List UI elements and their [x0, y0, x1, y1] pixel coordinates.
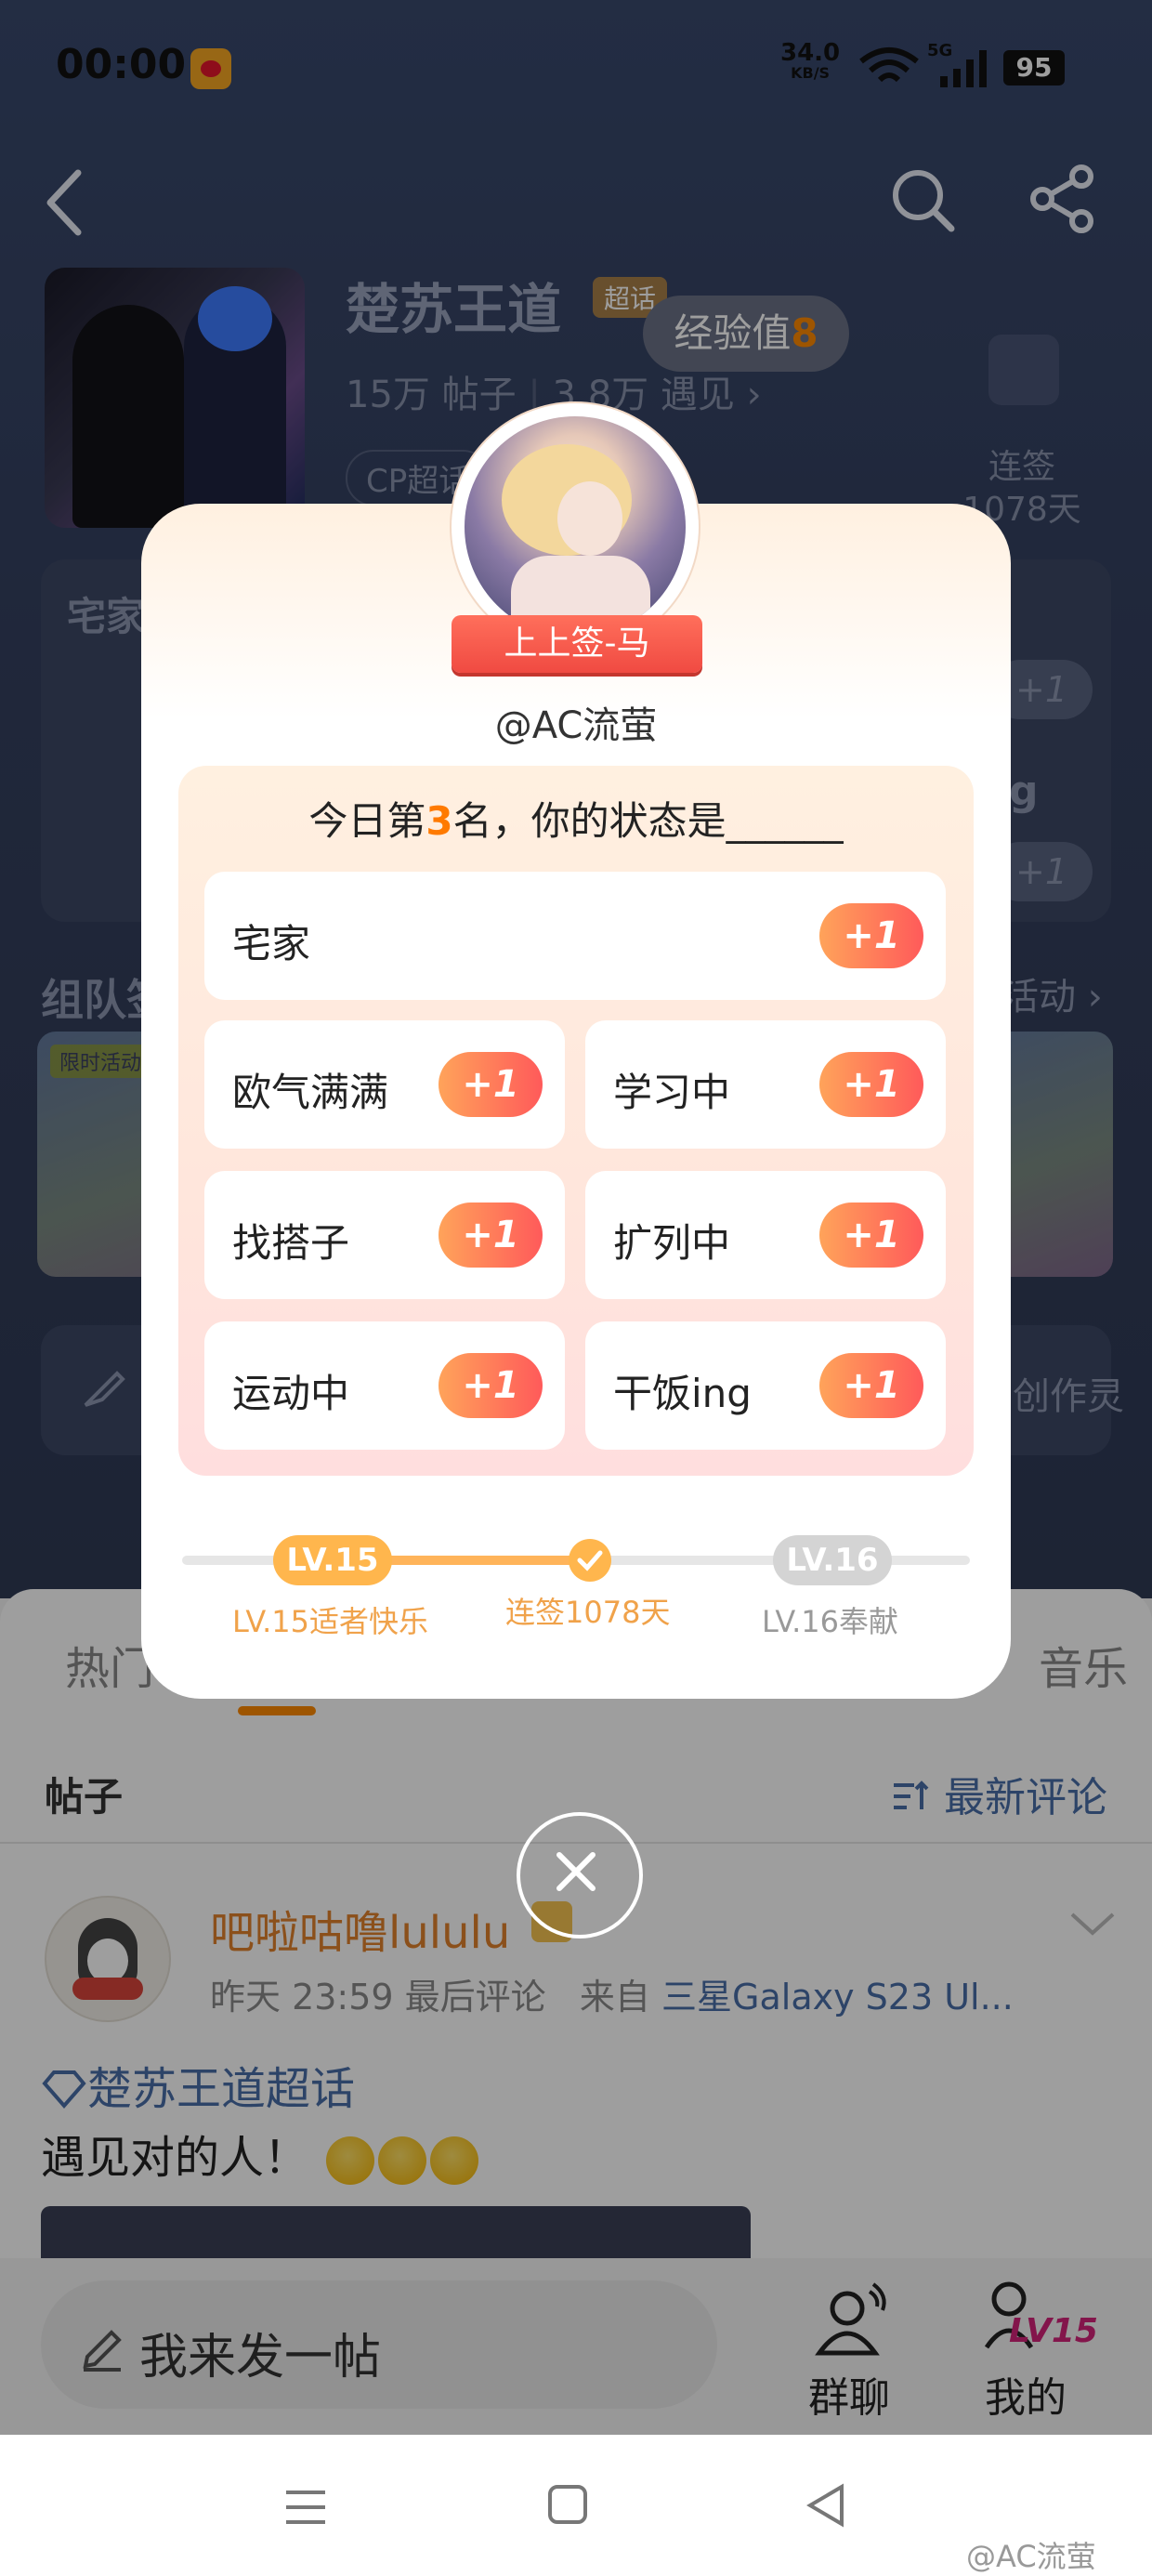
plus-one-button[interactable]: +1	[819, 903, 923, 968]
checkmark-icon	[569, 1539, 611, 1582]
user-handle: @AC流萤	[494, 704, 658, 747]
current-level-pill: LV.15	[273, 1535, 392, 1585]
plus-one-button[interactable]: +1	[819, 1203, 923, 1268]
current-level-caption: LV.15适者快乐	[232, 1604, 428, 1639]
home-square-icon[interactable]	[546, 2483, 589, 2526]
status-option-zhaijia[interactable]: 宅家 +1	[204, 872, 946, 1000]
watermark: @AC流萤	[966, 2539, 1096, 2574]
plus-one-button[interactable]: +1	[439, 1052, 543, 1117]
plus-one-button[interactable]: +1	[819, 1353, 923, 1418]
status-option-studying[interactable]: 学习中 +1	[585, 1020, 946, 1149]
next-level-caption: LV.16奉献	[762, 1604, 898, 1639]
status-option-expand-list[interactable]: 扩列中 +1	[585, 1171, 946, 1299]
status-option-exercising[interactable]: 运动中 +1	[204, 1321, 565, 1450]
close-modal-button[interactable]	[517, 1812, 643, 1939]
status-option-find-partner[interactable]: 找搭子 +1	[204, 1171, 565, 1299]
status-option-eating[interactable]: 干饭ing +1	[585, 1321, 946, 1450]
next-level-pill: LV.16	[773, 1535, 892, 1585]
back-triangle-icon[interactable]	[805, 2483, 847, 2528]
fortune-ribbon: 上上签-马	[452, 615, 702, 673]
plus-one-button[interactable]: +1	[439, 1353, 543, 1418]
close-icon	[556, 1852, 596, 1891]
status-question: 今日第3名，你的状态是______	[308, 798, 844, 844]
user-avatar	[465, 416, 686, 637]
checkin-days-caption: 连签1078天	[505, 1595, 671, 1630]
menu-icon[interactable]	[282, 2487, 329, 2528]
plus-one-button[interactable]: +1	[439, 1203, 543, 1268]
status-option-ouqi[interactable]: 欧气满满 +1	[204, 1020, 565, 1149]
plus-one-button[interactable]: +1	[819, 1052, 923, 1117]
